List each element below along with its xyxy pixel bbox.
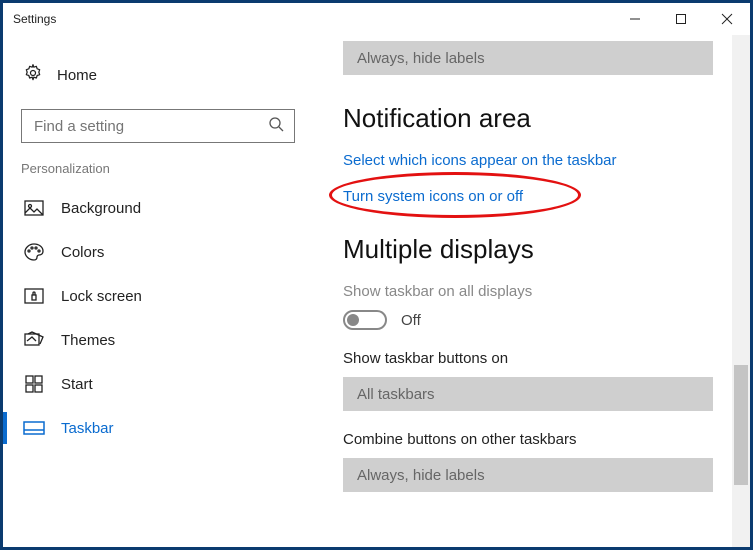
show-all-toggle[interactable]: Off (343, 310, 720, 330)
link-select-icons[interactable]: Select which icons appear on the taskbar (343, 152, 617, 169)
minimize-button[interactable] (612, 3, 658, 35)
combine-label: Combine buttons on other taskbars (343, 431, 720, 448)
combo-value: Always, hide labels (357, 50, 485, 67)
search-box[interactable] (21, 109, 295, 143)
combine-combo[interactable]: Always, hide labels (343, 458, 713, 492)
section-label: Personalization (21, 161, 295, 176)
show-buttons-label: Show taskbar buttons on (343, 350, 720, 367)
gear-icon (23, 63, 43, 87)
sidebar-item-themes[interactable]: Themes (21, 318, 295, 362)
multiple-heading: Multiple displays (343, 234, 720, 265)
taskbar-icon (23, 421, 45, 435)
home-label: Home (57, 67, 97, 84)
themes-icon (23, 331, 45, 349)
notification-heading: Notification area (343, 103, 720, 134)
link-system-icons[interactable]: Turn system icons on or off (343, 188, 523, 205)
show-buttons-combo[interactable]: All taskbars (343, 377, 713, 411)
combo-value: Always, hide labels (357, 467, 485, 484)
sidebar-item-colors[interactable]: Colors (21, 230, 295, 274)
sidebar-item-label: Start (61, 376, 93, 393)
start-icon (23, 375, 45, 393)
maximize-button[interactable] (658, 3, 704, 35)
palette-icon (23, 243, 45, 261)
combo-value: All taskbars (357, 386, 435, 403)
show-all-label: Show taskbar on all displays (343, 283, 720, 300)
search-input[interactable] (32, 117, 268, 136)
sidebar-item-background[interactable]: Background (21, 186, 295, 230)
combine-combo-top[interactable]: Always, hide labels (343, 41, 713, 75)
toggle-state: Off (401, 312, 421, 329)
picture-icon (23, 200, 45, 216)
lockscreen-icon (23, 288, 45, 304)
sidebar-item-taskbar[interactable]: Taskbar (21, 406, 295, 450)
settings-window: Settings Home (0, 0, 753, 550)
sidebar-item-label: Colors (61, 244, 104, 261)
sidebar: Home Personalization Background (3, 35, 313, 547)
sidebar-item-label: Taskbar (61, 420, 114, 437)
close-button[interactable] (704, 3, 750, 35)
sidebar-item-start[interactable]: Start (21, 362, 295, 406)
content-pane: Always, hide labels Notification area Se… (313, 35, 750, 547)
sidebar-item-lockscreen[interactable]: Lock screen (21, 274, 295, 318)
scrollbar-thumb[interactable] (734, 365, 748, 485)
toggle-track (343, 310, 387, 330)
search-icon (268, 116, 284, 137)
titlebar: Settings (3, 3, 750, 35)
scrollbar[interactable] (732, 35, 750, 547)
sidebar-item-label: Themes (61, 332, 115, 349)
home-nav[interactable]: Home (21, 55, 295, 101)
window-title: Settings (13, 12, 56, 26)
sidebar-item-label: Background (61, 200, 141, 217)
sidebar-item-label: Lock screen (61, 288, 142, 305)
